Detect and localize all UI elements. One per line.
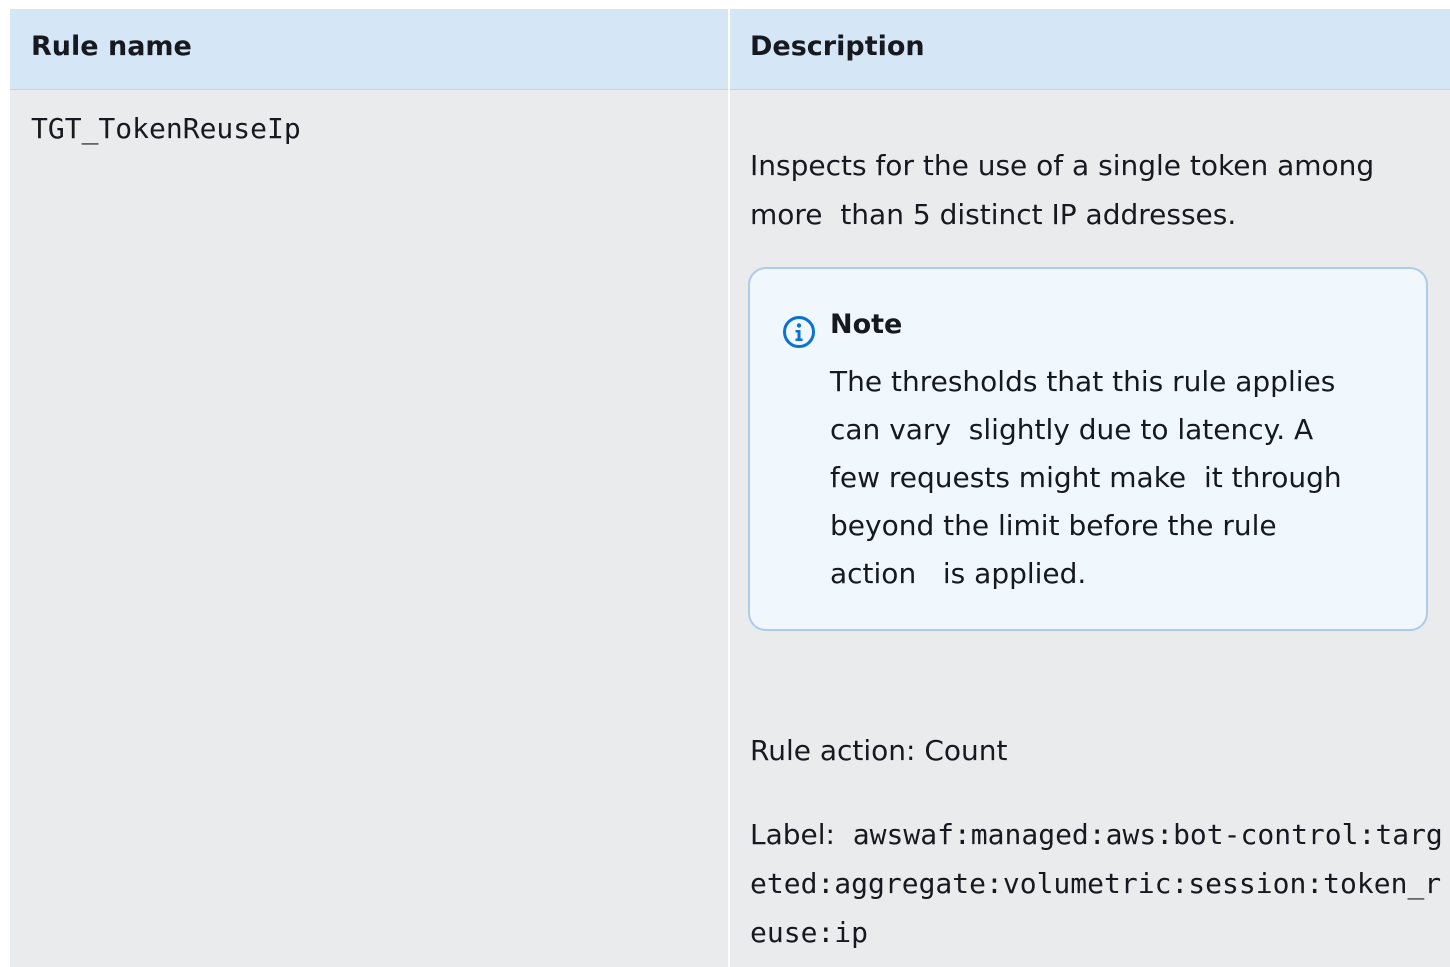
label-value-code: awswaf:managed:aws:bot-control:targeted:…	[750, 818, 1443, 949]
column-divider	[728, 9, 730, 967]
rule-name-cell: TGT_TokenReuseIp	[31, 112, 301, 145]
note-title: Note	[830, 309, 903, 340]
column-header-rule-name: Rule name	[31, 31, 192, 62]
rules-table: Rule name Description TGT_TokenReuseIp I…	[10, 9, 1450, 967]
label-prefix: Label:	[750, 818, 853, 851]
table-header-row: Rule name Description	[10, 9, 1450, 90]
rule-label: Label: awswaf:managed:aws:bot-control:ta…	[750, 810, 1450, 957]
note-callout: Note The thresholds that this rule appli…	[748, 267, 1428, 631]
info-icon	[783, 316, 815, 348]
rule-action: Rule action: Count	[750, 734, 1008, 767]
rule-description: Inspects for the use of a single token a…	[750, 149, 1375, 231]
column-header-description: Description	[750, 31, 925, 62]
note-body: The thresholds that this rule applies ca…	[830, 365, 1342, 590]
